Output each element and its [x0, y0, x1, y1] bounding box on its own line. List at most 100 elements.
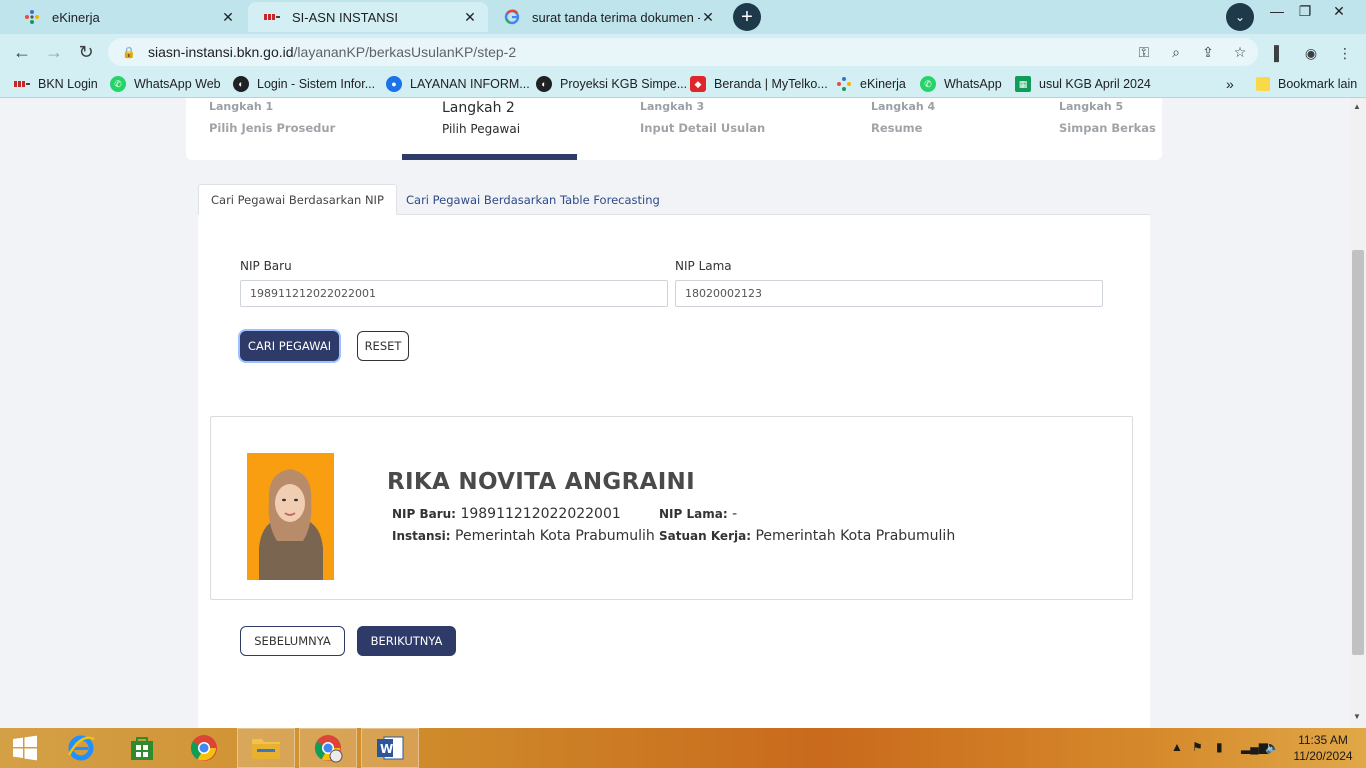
- bookmark-layanan-inform[interactable]: ● LAYANAN INFORM...: [386, 75, 530, 93]
- chrome-icon[interactable]: [175, 728, 233, 768]
- bookmark-bkn-login[interactable]: BKN Login: [14, 75, 98, 93]
- bookmark-login-sistem[interactable]: ◐ Login - Sistem Infor...: [233, 75, 375, 93]
- instansi-key: Instansi:: [392, 529, 451, 543]
- zoom-icon[interactable]: ⌕: [1166, 42, 1186, 62]
- more-bookmarks-icon[interactable]: »: [1226, 75, 1234, 93]
- key-icon[interactable]: ⚿: [1134, 42, 1154, 62]
- step-desc: Pilih Pegawai: [442, 122, 521, 136]
- bookmark-mytelkomsel[interactable]: ◆ Beranda | MyTelko...: [690, 75, 828, 93]
- bookmark-proyeksi-kgb[interactable]: ◐ Proyeksi KGB Simpe...: [536, 75, 687, 93]
- bookmark-star-icon[interactable]: ☆: [1230, 42, 1250, 62]
- step-3: Langkah 3 Input Detail Usulan: [640, 100, 765, 135]
- bookmarks-bar: BKN Login ✆ WhatsApp Web ◐ Login - Siste…: [0, 70, 1366, 98]
- telkomsel-icon: ◆: [690, 76, 706, 92]
- step-title: Langkah 4: [871, 100, 936, 113]
- close-tab-icon[interactable]: ✕: [700, 9, 716, 25]
- bookmark-whatsapp[interactable]: ✆ WhatsApp: [920, 75, 1002, 93]
- chrome-profile-icon[interactable]: [299, 728, 357, 768]
- bookmark-usul-kgb[interactable]: ▦ usul KGB April 2024: [1015, 75, 1151, 93]
- clock-date: 11/20/2024: [1293, 749, 1353, 763]
- nip-baru-label: NIP Baru: [240, 259, 292, 273]
- browser-toolbar: ← → ↻ 🔒 siasn-instansi.bkn.go.id/layanan…: [0, 34, 1366, 70]
- bookmark-label: Beranda | MyTelko...: [714, 77, 828, 91]
- next-button[interactable]: BERIKUTNYA: [357, 626, 456, 656]
- minimize-icon[interactable]: —: [1262, 0, 1292, 22]
- word-icon[interactable]: W: [361, 728, 419, 768]
- share-icon[interactable]: ⇪: [1198, 42, 1218, 62]
- tab-search-by-nip[interactable]: Cari Pegawai Berdasarkan NIP: [198, 184, 397, 215]
- browser-tab-ekinerja[interactable]: eKinerja ✕: [8, 2, 246, 32]
- instansi-row: Instansi: Pemerintah Kota Prabumulih: [392, 528, 655, 544]
- nip-lama-key: NIP Lama:: [659, 507, 728, 521]
- tab-search-button[interactable]: ⌄: [1226, 3, 1254, 31]
- clock-time: 11:35 AM: [1298, 733, 1348, 747]
- nip-lama-row: NIP Lama: -: [659, 506, 737, 522]
- nip-baru-key: NIP Baru:: [392, 507, 456, 521]
- tab-search-by-forecasting[interactable]: Cari Pegawai Berdasarkan Table Forecasti…: [394, 184, 672, 215]
- url-text: siasn-instansi.bkn.go.id/layananKP/berka…: [148, 44, 516, 60]
- whatsapp-icon: ✆: [110, 76, 126, 92]
- layanan-favicon-icon: ●: [386, 76, 402, 92]
- bookmark-label: BKN Login: [38, 77, 98, 91]
- bkn-favicon-icon: [264, 9, 280, 25]
- internet-explorer-icon[interactable]: [52, 728, 110, 768]
- reload-icon[interactable]: ↻: [73, 39, 99, 65]
- incognito-profile-icon[interactable]: ◉: [1300, 42, 1322, 64]
- svg-text:W: W: [380, 742, 393, 756]
- reset-button[interactable]: RESET: [357, 331, 409, 361]
- google-favicon-icon: [504, 9, 520, 25]
- previous-button[interactable]: SEBELUMNYA: [240, 626, 345, 656]
- browser-tab-google[interactable]: surat tanda terima dokumen - Pe ✕: [488, 2, 726, 32]
- close-tab-icon[interactable]: ✕: [462, 9, 478, 25]
- show-hidden-icons[interactable]: ▲: [1171, 740, 1183, 754]
- browser-tab-siasn[interactable]: SI-ASN INSTANSI ✕: [248, 2, 488, 32]
- nip-baru-input[interactable]: 198911212022022001: [240, 280, 668, 307]
- employee-name: RIKA NOVITA ANGRAINI: [387, 469, 695, 495]
- side-panel-icon[interactable]: ▌: [1268, 42, 1290, 64]
- bookmark-label: WhatsApp: [944, 77, 1002, 91]
- ekinerja-favicon-icon: [836, 76, 852, 92]
- scroll-up-arrow-icon[interactable]: ▲: [1353, 102, 1361, 111]
- back-arrow-icon[interactable]: ←: [9, 39, 35, 65]
- power-icon[interactable]: ▮: [1216, 740, 1223, 754]
- menu-icon[interactable]: ⋮: [1334, 42, 1356, 64]
- globe-icon: ◐: [233, 76, 249, 92]
- search-employee-button[interactable]: CARI PEGAWAI: [240, 331, 339, 361]
- bookmark-label: eKinerja: [860, 77, 906, 91]
- store-icon[interactable]: [113, 728, 171, 768]
- network-icon[interactable]: ▂▄▆: [1241, 740, 1268, 754]
- page-scrollbar[interactable]: ▲ ▼: [1350, 98, 1366, 728]
- system-clock[interactable]: 11:35 AM 11/20/2024: [1290, 732, 1356, 764]
- file-explorer-icon[interactable]: [237, 728, 295, 768]
- bookmark-whatsapp-web[interactable]: ✆ WhatsApp Web: [110, 75, 221, 93]
- search-method-tabs: Cari Pegawai Berdasarkan NIP Cari Pegawa…: [198, 184, 1150, 215]
- ekinerja-favicon-icon: [24, 9, 40, 25]
- bookmark-label: Bookmark lain: [1278, 77, 1358, 91]
- flag-icon[interactable]: ⚑: [1192, 740, 1203, 754]
- nip-lama-input[interactable]: 18020002123: [675, 280, 1103, 307]
- step-4: Langkah 4 Resume: [871, 100, 935, 135]
- volume-icon[interactable]: 🔈: [1265, 740, 1280, 754]
- bookmark-ekinerja[interactable]: eKinerja: [836, 75, 906, 93]
- step-title: Langkah 2: [442, 100, 515, 116]
- sheets-icon: ▦: [1015, 76, 1031, 92]
- windows-start-icon[interactable]: [0, 728, 50, 768]
- nip-lama-value: -: [732, 506, 738, 522]
- satuan-kerja-key: Satuan Kerja:: [659, 529, 751, 543]
- nip-baru-value: 198911212022022001: [460, 506, 621, 522]
- new-tab-button[interactable]: +: [733, 3, 761, 31]
- close-tab-icon[interactable]: ✕: [220, 9, 236, 25]
- forward-arrow-icon[interactable]: →: [41, 39, 67, 65]
- search-panel: NIP Baru 198911212022022001 NIP Lama 180…: [198, 215, 1150, 728]
- bookmark-label: usul KGB April 2024: [1039, 77, 1151, 91]
- scroll-down-arrow-icon[interactable]: ▼: [1353, 712, 1361, 721]
- scrollbar-thumb[interactable]: [1352, 250, 1364, 655]
- restore-icon[interactable]: ❐: [1290, 0, 1320, 22]
- globe-icon: ◐: [536, 76, 552, 92]
- bookmark-folder-other[interactable]: Bookmark lain: [1256, 75, 1357, 93]
- address-bar[interactable]: 🔒 siasn-instansi.bkn.go.id/layananKP/ber…: [108, 38, 1258, 66]
- close-window-icon[interactable]: ✕: [1324, 0, 1354, 22]
- windows-taskbar: W ▲ ⚑ ▮ ▂▄▆ 🔈 11:35 AM 11/20/2024: [0, 728, 1366, 768]
- bookmark-label: Login - Sistem Infor...: [257, 77, 376, 91]
- step-progress: Langkah 1 Pilih Jenis Prosedur Langkah 2…: [186, 98, 1162, 160]
